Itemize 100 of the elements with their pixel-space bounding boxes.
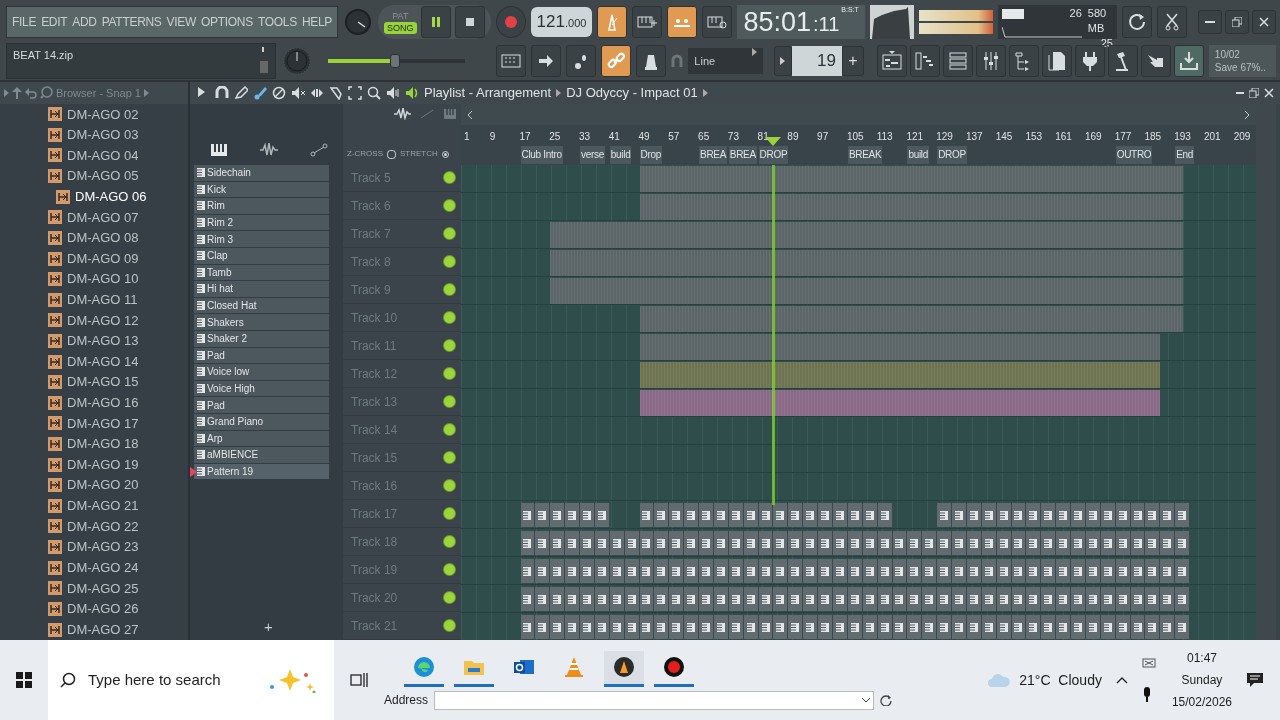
typing-keyboard-button[interactable]: [496, 45, 527, 77]
browser-item[interactable]: DM-AGO 02: [0, 103, 188, 125]
pattern-clip[interactable]: [818, 503, 833, 527]
browser-item[interactable]: DM-AGO 16: [0, 392, 188, 414]
pattern-clip[interactable]: [1145, 559, 1161, 583]
browser-item[interactable]: DM-AGO 11: [0, 289, 188, 311]
track-enable-button[interactable]: [444, 424, 455, 435]
vertical-scrollbar[interactable]: [1256, 104, 1276, 640]
track-enable-button[interactable]: [444, 228, 455, 239]
pattern-clip[interactable]: [535, 615, 551, 639]
pattern-clip[interactable]: [550, 615, 566, 639]
pattern-clip[interactable]: [818, 559, 833, 583]
audio-clip[interactable]: [639, 166, 1183, 192]
taskbar-app-button[interactable]: [604, 650, 644, 687]
restore-button[interactable]: [1225, 10, 1249, 34]
browser-item[interactable]: DM-AGO 14: [0, 351, 188, 372]
browser-item[interactable]: DM-AGO 24: [0, 557, 188, 578]
pattern-clip[interactable]: [565, 559, 581, 583]
pattern-clip[interactable]: [803, 531, 819, 555]
track-enable-button[interactable]: [444, 452, 455, 463]
pattern-clip[interactable]: [803, 615, 819, 639]
pattern-clip[interactable]: [1175, 587, 1191, 611]
stop-button[interactable]: [454, 6, 485, 38]
waveform-icon[interactable]: [393, 108, 411, 120]
menu-item[interactable]: PATTERNS: [101, 13, 162, 31]
pattern-clip[interactable]: [1041, 587, 1057, 611]
audio-clip[interactable]: [550, 222, 1183, 248]
pattern-clip[interactable]: [952, 615, 967, 639]
snap-dropdown[interactable]: Line: [688, 48, 763, 74]
speaker-icon[interactable]: [386, 86, 400, 100]
track-enable-button[interactable]: [444, 592, 455, 603]
menu-item[interactable]: EDIT: [41, 13, 68, 31]
marker-label[interactable]: build: [609, 146, 632, 164]
browser-item[interactable]: DM-AGO 05: [0, 165, 188, 187]
menu-item[interactable]: OPTIONS: [201, 13, 253, 31]
pattern-item[interactable]: Pad: [194, 397, 329, 414]
pattern-item[interactable]: Shakers: [194, 314, 329, 331]
track-enable-button[interactable]: [444, 564, 455, 575]
chevron-up-icon[interactable]: [1115, 676, 1128, 684]
pattern-clip[interactable]: [520, 531, 536, 555]
slice-icon[interactable]: [329, 86, 343, 100]
piano-keys-icon[interactable]: [209, 143, 228, 157]
audio-clip[interactable]: [639, 306, 1183, 332]
pattern-clip[interactable]: [818, 615, 833, 639]
microphone-icon[interactable]: [1141, 687, 1152, 703]
pattern-clip[interactable]: [684, 615, 700, 639]
restore-icon[interactable]: [1249, 88, 1259, 98]
pattern-clip[interactable]: [1175, 531, 1191, 555]
pattern-clip[interactable]: [1041, 531, 1057, 555]
pattern-clip[interactable]: [952, 559, 967, 583]
files-button[interactable]: [1041, 45, 1072, 77]
pattern-clip[interactable]: [1026, 615, 1042, 639]
record-button[interactable]: [495, 6, 526, 38]
countdown-button[interactable]: [667, 6, 698, 38]
blend-button[interactable]: [566, 45, 597, 77]
pattern-clip[interactable]: [550, 587, 566, 611]
pattern-clip[interactable]: [580, 615, 595, 639]
marker-label[interactable]: verse: [580, 146, 605, 164]
close-icon[interactable]: [1264, 88, 1274, 98]
pattern-clip[interactable]: [699, 587, 714, 611]
browser-item[interactable]: DM-AGO 26: [0, 598, 188, 620]
browser-item[interactable]: DM-AGO 23: [0, 536, 188, 558]
pattern-clip[interactable]: [669, 587, 685, 611]
pattern-clip[interactable]: [580, 587, 595, 611]
task-view-icon[interactable]: [350, 672, 368, 688]
pattern-clip[interactable]: [1041, 615, 1057, 639]
browser-item[interactable]: DM-AGO 04: [0, 145, 188, 166]
pattern-clip[interactable]: [952, 531, 967, 555]
no-sign-icon[interactable]: [272, 86, 286, 100]
speaker-icon[interactable]: [405, 86, 419, 100]
pattern-clip[interactable]: [580, 559, 595, 583]
pattern-clip[interactable]: [535, 531, 551, 555]
pattern-clip[interactable]: [937, 531, 953, 555]
pattern-clip[interactable]: [803, 503, 819, 527]
volume-slider-thumb[interactable]: [390, 54, 401, 68]
pattern-clip[interactable]: [773, 587, 789, 611]
step-edit-button[interactable]: [531, 45, 562, 77]
pattern-clip[interactable]: [788, 503, 804, 527]
browser-item[interactable]: DM-AGO 09: [0, 248, 188, 269]
clock-time[interactable]: 01:47: [1186, 647, 1217, 669]
pattern-clip[interactable]: [580, 503, 595, 527]
browser-item[interactable]: DM-AGO 15: [0, 371, 188, 393]
pattern-clip[interactable]: [669, 615, 685, 639]
pattern-clip[interactable]: [654, 503, 670, 527]
pattern-clip[interactable]: [580, 531, 595, 555]
pattern-clip[interactable]: [937, 559, 953, 583]
pattern-clip[interactable]: [699, 531, 714, 555]
menu-item[interactable]: ADD: [72, 13, 97, 31]
marker-label[interactable]: BREA: [728, 146, 757, 164]
pattern-clip[interactable]: [1026, 503, 1042, 527]
pattern-clip[interactable]: [1175, 559, 1191, 583]
pattern-clip[interactable]: [1071, 531, 1086, 555]
knob-button[interactable]: [636, 45, 667, 77]
pattern-clip[interactable]: [773, 531, 789, 555]
track-enable-button[interactable]: [444, 200, 455, 211]
help-button[interactable]: [1140, 45, 1171, 77]
pattern-clip[interactable]: [1160, 503, 1176, 527]
pattern-clip[interactable]: [654, 587, 670, 611]
audio-clip[interactable]: [550, 250, 1183, 276]
pattern-clip[interactable]: [1026, 587, 1042, 611]
